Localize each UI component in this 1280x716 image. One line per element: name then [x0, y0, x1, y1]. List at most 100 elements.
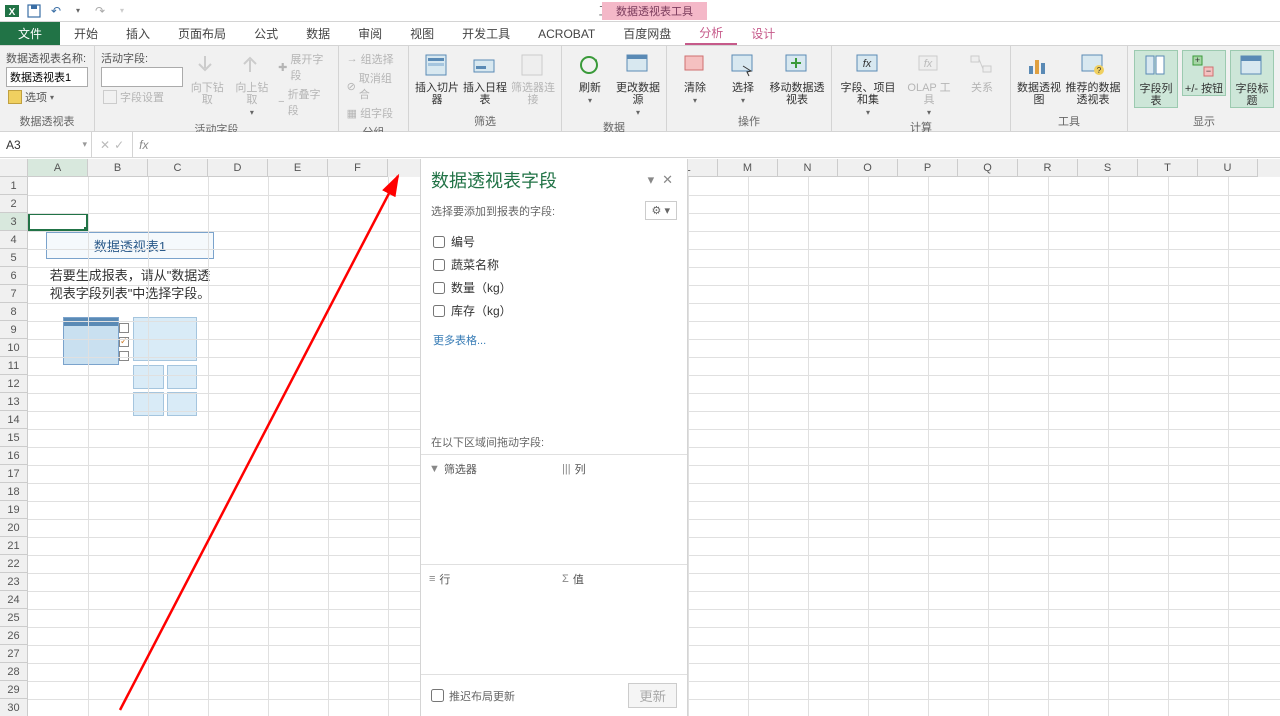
field-checkbox[interactable]	[433, 236, 445, 248]
field-list-toggle[interactable]: 字段列表	[1134, 50, 1178, 108]
field-headers-toggle[interactable]: 字段标题	[1230, 50, 1274, 108]
col-header[interactable]: P	[898, 159, 958, 177]
defer-layout-checkbox[interactable]: 推迟布局更新	[431, 688, 515, 704]
tab-view[interactable]: 视图	[396, 22, 448, 45]
row-header[interactable]: 7	[0, 285, 28, 303]
col-header[interactable]: N	[778, 159, 838, 177]
undo-icon[interactable]: ↶	[48, 3, 64, 19]
row-header[interactable]: 10	[0, 339, 28, 357]
tab-home[interactable]: 开始	[60, 22, 112, 45]
row-header[interactable]: 15	[0, 429, 28, 447]
row-header[interactable]: 5	[0, 249, 28, 267]
change-datasource-button[interactable]: 更改数据源▾	[616, 50, 660, 117]
row-header[interactable]: 22	[0, 555, 28, 573]
olap-tools-button[interactable]: fxOLAP 工具▾	[902, 50, 956, 117]
row-header[interactable]: 19	[0, 501, 28, 519]
col-header[interactable]: B	[88, 159, 148, 177]
row-header[interactable]: 3	[0, 213, 28, 231]
field-checkbox[interactable]	[433, 259, 445, 271]
col-header[interactable]: O	[838, 159, 898, 177]
calc-field-button[interactable]: fx字段、项目和集▾	[838, 50, 898, 117]
area-filter[interactable]: ▼筛选器	[421, 454, 554, 564]
field-item[interactable]: 数量（kg）	[433, 276, 675, 299]
drill-up-button[interactable]: 向上钻取▾	[232, 50, 273, 117]
expand-field-button[interactable]: ✚展开字段	[276, 50, 332, 84]
tab-analyze[interactable]: 分析	[685, 22, 737, 45]
col-header[interactable]: M	[718, 159, 778, 177]
insert-timeline-button[interactable]: 插入日程表	[463, 50, 507, 106]
row-header[interactable]: 29	[0, 681, 28, 699]
fx-icon[interactable]: fx	[133, 132, 154, 157]
area-values[interactable]: Σ值	[554, 564, 687, 674]
more-tables-link[interactable]: 更多表格...	[421, 328, 687, 358]
tab-page-layout[interactable]: 页面布局	[164, 22, 240, 45]
col-header[interactable]: A	[28, 159, 88, 177]
row-header[interactable]: 9	[0, 321, 28, 339]
row-header[interactable]: 13	[0, 393, 28, 411]
row-header[interactable]: 12	[0, 375, 28, 393]
redo-icon[interactable]: ↷	[92, 3, 108, 19]
collapse-field-button[interactable]: −折叠字段	[276, 85, 332, 119]
col-header[interactable]: T	[1138, 159, 1198, 177]
dropdown-icon[interactable]: ▾	[644, 172, 659, 188]
cancel-icon[interactable]: ✕	[100, 138, 110, 152]
row-header[interactable]: 23	[0, 573, 28, 591]
insert-slicer-button[interactable]: 插入切片器	[415, 50, 459, 106]
pivot-chart-button[interactable]: 数据透视图	[1017, 50, 1061, 106]
col-header[interactable]: U	[1198, 159, 1258, 177]
group-selection-button[interactable]: → 组选择	[345, 50, 402, 68]
group-field-button[interactable]: ▦ 组字段	[345, 104, 402, 122]
active-field-input[interactable]	[101, 67, 183, 87]
field-checkbox[interactable]	[433, 282, 445, 294]
tab-data[interactable]: 数据	[292, 22, 344, 45]
drill-down-button[interactable]: 向下钻取	[187, 50, 228, 106]
enter-icon[interactable]: ✓	[114, 138, 124, 152]
save-icon[interactable]	[26, 3, 42, 19]
redo-dropdown-icon[interactable]: ▾	[114, 3, 130, 19]
clear-button[interactable]: 清除▾	[673, 50, 717, 105]
field-item[interactable]: 蔬菜名称	[433, 253, 675, 276]
ungroup-button[interactable]: ⊘ 取消组合	[345, 69, 402, 103]
row-header[interactable]: 30	[0, 699, 28, 716]
options-button[interactable]: 选项 ▾	[6, 88, 88, 106]
tab-formulas[interactable]: 公式	[240, 22, 292, 45]
row-header[interactable]: 11	[0, 357, 28, 375]
col-header[interactable]: Q	[958, 159, 1018, 177]
col-header[interactable]: R	[1018, 159, 1078, 177]
plus-minus-toggle[interactable]: +−+/- 按钮	[1182, 50, 1226, 96]
refresh-button[interactable]: 刷新▾	[568, 50, 612, 105]
row-header[interactable]: 18	[0, 483, 28, 501]
row-header[interactable]: 27	[0, 645, 28, 663]
row-header[interactable]: 28	[0, 663, 28, 681]
relations-button[interactable]: 关系	[960, 50, 1004, 94]
tab-developer[interactable]: 开发工具	[448, 22, 524, 45]
name-box[interactable]: A3▾	[0, 132, 92, 157]
select-all-corner[interactable]	[0, 159, 28, 177]
tab-design[interactable]: 设计	[737, 22, 789, 45]
close-icon[interactable]: ✕	[658, 172, 677, 188]
tab-insert[interactable]: 插入	[112, 22, 164, 45]
row-header[interactable]: 17	[0, 465, 28, 483]
row-header[interactable]: 20	[0, 519, 28, 537]
update-button[interactable]: 更新	[628, 683, 677, 708]
gear-icon[interactable]: ⚙ ▾	[645, 201, 677, 220]
row-header[interactable]: 16	[0, 447, 28, 465]
field-checkbox[interactable]	[433, 305, 445, 317]
col-header[interactable]: F	[328, 159, 388, 177]
formula-input[interactable]	[154, 132, 1280, 157]
row-header[interactable]: 6	[0, 267, 28, 285]
field-item[interactable]: 编号	[433, 230, 675, 253]
row-header[interactable]: 8	[0, 303, 28, 321]
area-columns[interactable]: |||列	[554, 454, 687, 564]
col-header[interactable]: S	[1078, 159, 1138, 177]
recommended-pivot-button[interactable]: ?推荐的数据透视表	[1065, 50, 1121, 106]
row-header[interactable]: 14	[0, 411, 28, 429]
row-header[interactable]: 26	[0, 627, 28, 645]
move-pivot-button[interactable]: 移动数据透视表	[769, 50, 825, 106]
row-header[interactable]: 2	[0, 195, 28, 213]
field-item[interactable]: 库存（kg）	[433, 299, 675, 322]
pivot-name-input[interactable]	[6, 67, 88, 87]
select-button[interactable]: 选择▾	[721, 50, 765, 105]
col-header[interactable]: D	[208, 159, 268, 177]
tab-baidu[interactable]: 百度网盘	[609, 22, 685, 45]
